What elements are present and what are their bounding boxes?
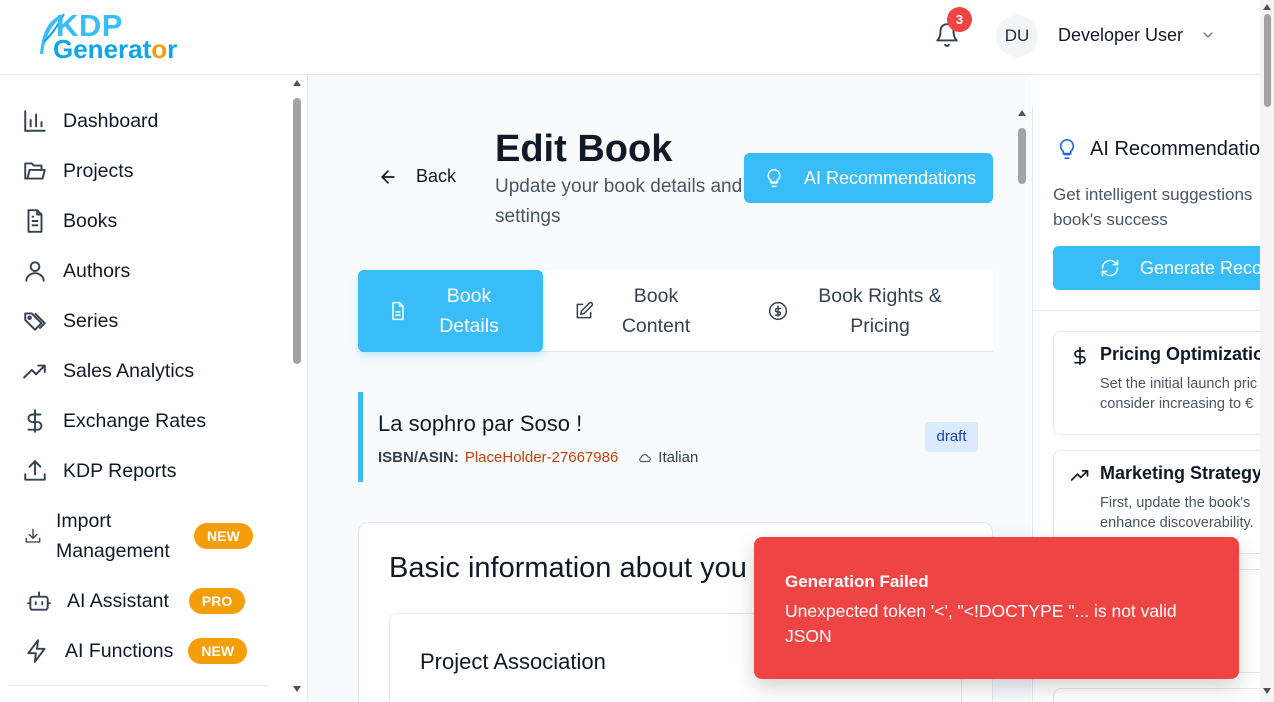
new-badge: NEW bbox=[194, 523, 253, 549]
sidebar-item-projects[interactable]: Projects bbox=[22, 156, 133, 186]
sidebar-item-label: AI Assistant bbox=[67, 589, 169, 612]
toast-title: Generation Failed bbox=[785, 572, 929, 591]
sidebar-item-label: Exchange Rates bbox=[63, 409, 207, 432]
sidebar-item-label: Projects bbox=[63, 159, 134, 182]
panel-description: Get intelligent suggestions book's succe… bbox=[1053, 185, 1253, 229]
edit-icon bbox=[576, 301, 594, 319]
page-scrollbar[interactable] bbox=[1260, 0, 1274, 702]
sidebar-divider bbox=[8, 685, 268, 686]
dollar-icon bbox=[27, 409, 43, 433]
sidebar-item-authors[interactable]: Authors bbox=[22, 256, 130, 286]
sidebar-item-label: AI Functions bbox=[65, 639, 174, 662]
document-icon bbox=[392, 301, 404, 321]
new-badge: NEW bbox=[188, 638, 248, 664]
project-association-title: Project Association bbox=[420, 649, 606, 674]
tab-label: Book Rights & Pricing bbox=[818, 285, 942, 337]
main-scrollbar-thumb[interactable] bbox=[1018, 128, 1026, 184]
book-language: Italian bbox=[638, 449, 698, 466]
sidebar-item-label: Books bbox=[63, 209, 118, 232]
tab-book-rights-pricing[interactable]: Book Rights & Pricing bbox=[753, 270, 993, 352]
recommendation-text: First, update the book's enhance discove… bbox=[1100, 495, 1254, 531]
book-summary-card bbox=[358, 392, 993, 482]
ai-recommendations-label: AI Recommendations bbox=[804, 167, 977, 188]
sidebar-item-label: Sales Analytics bbox=[63, 359, 195, 382]
page-scrollbar-thumb[interactable] bbox=[1264, 14, 1271, 107]
logo-generator-text: Generator bbox=[53, 34, 178, 64]
sidebar-item-kdp-reports[interactable]: KDP Reports bbox=[22, 456, 176, 486]
scroll-down-arrow-icon[interactable] bbox=[292, 684, 302, 694]
trending-up-icon bbox=[1070, 470, 1089, 481]
isbn-value: PlaceHolder-27667986 bbox=[464, 449, 619, 466]
lightbulb-icon bbox=[1059, 139, 1075, 159]
page-title: Edit Book bbox=[495, 128, 673, 170]
panel-title: AI Recommendatio bbox=[1056, 136, 1260, 162]
recommendation-title: Marketing Strategy bbox=[1100, 463, 1263, 483]
sidebar-item-label: Series bbox=[63, 309, 119, 332]
sidebar-item-books[interactable]: Books bbox=[22, 206, 117, 236]
bar-chart-icon bbox=[24, 110, 46, 132]
book-title: La sophro par Soso ! bbox=[378, 411, 583, 436]
upload-icon bbox=[24, 460, 46, 481]
back-label: Back bbox=[416, 166, 457, 186]
toast-message: Unexpected token '<', "<!DOCTYPE "... is… bbox=[785, 601, 1177, 646]
generate-recommendations-button[interactable]: Generate Reco bbox=[1053, 246, 1274, 290]
sidebar-item-import-management[interactable]: Import Management NEW bbox=[22, 506, 253, 566]
ai-recommendations-button[interactable]: AI Recommendations bbox=[744, 153, 993, 203]
sidebar-scrollbar[interactable] bbox=[290, 78, 304, 698]
tags-icon bbox=[24, 312, 46, 331]
sidebar-item-label: Dashboard bbox=[63, 109, 159, 132]
sidebar-item-ai-assistant[interactable]: AI Assistant PRO bbox=[22, 586, 246, 616]
recommendation-title: Pricing Optimization bbox=[1100, 344, 1274, 364]
recommendation-card[interactable]: Pricing Optimization Set the initial lau… bbox=[1053, 331, 1274, 435]
sidebar-item-label: Import Management bbox=[56, 510, 170, 562]
isbn-label: ISBN/ASIN: bbox=[378, 449, 459, 466]
sidebar-item-label: Authors bbox=[63, 259, 131, 282]
trending-up-icon bbox=[23, 364, 46, 379]
tab-label: Book Details bbox=[439, 285, 499, 337]
tab-label: Book Content bbox=[621, 285, 691, 337]
section-title: Basic information about you bbox=[389, 552, 747, 584]
recommendation-card[interactable] bbox=[1053, 688, 1274, 702]
dollar-icon bbox=[1074, 346, 1086, 366]
kdp-generator-logo[interactable]: KDP Generator bbox=[36, 8, 196, 64]
scroll-up-arrow-icon[interactable] bbox=[1017, 108, 1027, 118]
tab-book-details[interactable]: Book Details bbox=[358, 270, 543, 352]
status-badge: draft bbox=[925, 422, 978, 452]
folder-icon bbox=[24, 162, 46, 180]
sidebar-item-label: KDP Reports bbox=[63, 459, 177, 482]
document-icon bbox=[27, 209, 43, 233]
notification-count-badge: 3 bbox=[947, 7, 972, 32]
sidebar-item-exchange-rates[interactable]: Exchange Rates bbox=[22, 406, 206, 436]
book-tabs: Book Details Book Content Book Rights & Pri… bbox=[358, 270, 993, 352]
error-toast[interactable]: Generation Failed Unexpected token '<', … bbox=[754, 537, 1239, 679]
user-name[interactable]: Developer User bbox=[1058, 25, 1183, 46]
sidebar-scrollbar-thumb[interactable] bbox=[293, 98, 301, 364]
avatar[interactable]: DU bbox=[996, 15, 1038, 57]
book-meta-row: ISBN/ASIN: PlaceHolder-27667986 Italian bbox=[378, 449, 698, 466]
robot-icon bbox=[27, 591, 51, 611]
dollar-circle-icon bbox=[768, 301, 788, 321]
page-subtitle: Update your book details and settings bbox=[495, 176, 743, 227]
top-header: KDP Generator 3 DU Developer User bbox=[0, 0, 1260, 75]
sidebar-item-ai-functions[interactable]: AI Functions NEW bbox=[22, 636, 248, 666]
tab-book-content[interactable]: Book Content bbox=[558, 270, 738, 352]
panel-divider bbox=[1032, 310, 1260, 311]
sidebar-item-sales-analytics[interactable]: Sales Analytics bbox=[22, 356, 194, 386]
back-button[interactable]: Back bbox=[378, 166, 456, 187]
cloud-icon bbox=[639, 453, 652, 462]
pro-badge: PRO bbox=[188, 588, 246, 614]
recommendation-text: Set the initial launch pric consider inc… bbox=[1100, 376, 1258, 412]
lightbulb-icon bbox=[767, 168, 781, 188]
scroll-down-arrow-icon[interactable] bbox=[1262, 686, 1272, 696]
user-icon bbox=[25, 261, 45, 282]
refresh-icon bbox=[1101, 259, 1119, 277]
arrow-left-icon bbox=[381, 169, 395, 184]
sidebar-item-dashboard[interactable]: Dashboard bbox=[22, 106, 158, 136]
lightning-icon bbox=[27, 639, 46, 663]
scroll-up-arrow-icon[interactable] bbox=[1262, 2, 1272, 12]
download-icon bbox=[25, 528, 41, 543]
scroll-up-arrow-icon[interactable] bbox=[292, 78, 302, 88]
sidebar-item-series[interactable]: Series bbox=[22, 306, 118, 336]
chevron-down-icon[interactable] bbox=[1200, 27, 1216, 43]
